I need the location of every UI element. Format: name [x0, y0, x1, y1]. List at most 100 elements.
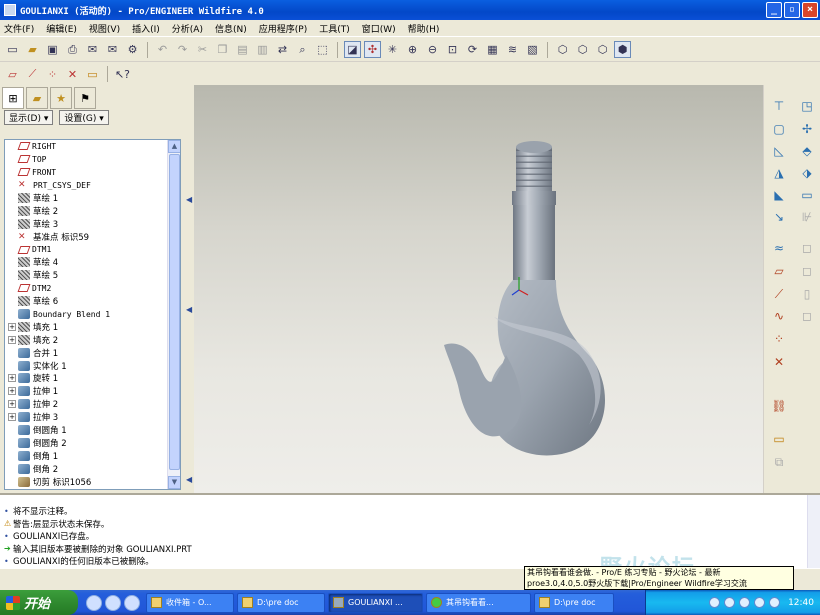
menu-view[interactable]: 视图(V) [89, 22, 120, 35]
find-icon[interactable]: ⌕ [294, 41, 311, 58]
tray-icon[interactable] [724, 597, 736, 608]
saved-views-icon[interactable]: ▦ [484, 41, 501, 58]
task-folder-2[interactable]: D:\pre doc [534, 592, 614, 613]
datum-planes-icon[interactable]: ▱ [4, 66, 21, 83]
wireframe-icon[interactable]: ⬡ [554, 41, 571, 58]
csys-tool-icon[interactable]: ✕ [770, 353, 788, 371]
no-hidden-icon[interactable]: ⬡ [594, 41, 611, 58]
tree-item[interactable]: + 旋转 1 [5, 372, 168, 385]
draft-icon[interactable]: ✢ [798, 120, 816, 138]
favorites-tab[interactable]: ★ [50, 87, 72, 109]
tree-item[interactable]: 草绘 4 [5, 256, 168, 269]
expand-icon[interactable]: + [8, 322, 16, 331]
zoom-in-icon[interactable]: ⊕ [404, 41, 421, 58]
solidify-icon[interactable]: ◻ [798, 307, 816, 325]
start-button[interactable]: 开始 [0, 590, 78, 615]
tree-item[interactable]: 合并 1 [5, 346, 168, 359]
task-folder[interactable]: D:\pre doc [237, 592, 325, 613]
tree-item[interactable]: ✕ 基准点 标识59 [5, 230, 168, 243]
display-dropdown[interactable]: 显示(D) ▾ [4, 110, 54, 125]
tree-item[interactable]: 实体化 1 [5, 359, 168, 372]
menu-edit[interactable]: 编辑(E) [46, 22, 77, 35]
message-scrollbar[interactable] [807, 495, 820, 568]
trim-icon[interactable]: ◻ [798, 239, 816, 257]
blend-icon[interactable]: ⬗ [798, 164, 816, 182]
new-icon[interactable]: ▭ [4, 41, 21, 58]
quicklaunch-desktop-icon[interactable] [124, 594, 140, 611]
merge-icon[interactable]: ≈ [770, 239, 788, 257]
close-button[interactable]: × [802, 2, 818, 18]
datum-plane-tool-icon[interactable]: ▱ [770, 262, 788, 280]
annotation-tool-icon[interactable]: ▭ [770, 430, 788, 448]
tray-icon[interactable] [709, 597, 721, 608]
tray-icon[interactable] [769, 597, 781, 608]
menu-help[interactable]: 帮助(H) [408, 22, 440, 35]
tree-item[interactable]: + 填充 1 [5, 320, 168, 333]
regenerate-icon[interactable]: ⚙ [124, 41, 141, 58]
collapse-arrow-icon[interactable]: ◀ [186, 195, 192, 205]
datum-csys-icon[interactable]: ✕ [64, 66, 81, 83]
pattern-icon[interactable]: ⊮ [798, 208, 816, 226]
thicken-icon[interactable]: ▯ [798, 285, 816, 303]
menu-analysis[interactable]: 分析(A) [172, 22, 203, 35]
settings-dropdown[interactable]: 设置(G) ▾ [59, 110, 109, 125]
expand-icon[interactable]: + [8, 335, 16, 344]
menu-window[interactable]: 窗口(W) [362, 22, 396, 35]
tree-item[interactable]: + 拉伸 3 [5, 411, 168, 424]
tree-item[interactable]: DTM1 [5, 243, 168, 256]
task-proe[interactable]: GOULIANXI ... [328, 592, 423, 613]
connections-tab[interactable]: ⚑ [74, 87, 96, 109]
tree-item[interactable]: 草绘 2 [5, 204, 168, 217]
copy-icon[interactable]: ❐ [214, 41, 231, 58]
menu-info[interactable]: 信息(N) [215, 22, 247, 35]
quicklaunch-ie-icon[interactable] [86, 594, 102, 611]
refit-icon[interactable]: ⊡ [444, 41, 461, 58]
group-icon[interactable]: ⧉ [770, 453, 788, 471]
offset-icon[interactable]: ◻ [798, 262, 816, 280]
tree-item[interactable]: + 拉伸 2 [5, 398, 168, 411]
datum-point-tool-icon[interactable]: ⁘ [770, 330, 788, 348]
orient-icon[interactable]: ✳ [384, 41, 401, 58]
context-help-icon[interactable]: ↖? [114, 66, 131, 83]
tree-item[interactable]: 倒圆角 2 [5, 436, 168, 449]
email-link-icon[interactable]: ✉ [104, 41, 121, 58]
tray-icon[interactable] [739, 597, 751, 608]
model-tree-tab[interactable]: ⊞ [2, 87, 24, 109]
select-box-icon[interactable]: ⬚ [314, 41, 331, 58]
datum-axes-icon[interactable]: ⟋ [24, 66, 41, 83]
paste-icon[interactable]: ▤ [234, 41, 251, 58]
expand-icon[interactable]: + [8, 374, 16, 383]
datum-points-icon[interactable]: ⁘ [44, 66, 61, 83]
rib-icon[interactable]: ▢ [770, 120, 788, 138]
repaint-icon[interactable]: ◪ [344, 41, 361, 58]
minimize-button[interactable]: _ [766, 2, 782, 18]
cut-icon[interactable]: ✂ [194, 41, 211, 58]
tree-item[interactable]: DTM2 [5, 282, 168, 295]
menu-insert[interactable]: 插入(I) [132, 22, 160, 35]
task-inbox[interactable]: 收件箱 - O... [146, 592, 234, 613]
redo-icon[interactable]: ↷ [174, 41, 191, 58]
chamfer-icon[interactable]: ⬘ [798, 142, 816, 160]
menu-tools[interactable]: 工具(T) [319, 22, 350, 35]
tree-item[interactable]: 草绘 6 [5, 295, 168, 308]
shading-icon[interactable]: ⬢ [614, 41, 631, 58]
graphics-viewport[interactable] [194, 85, 763, 493]
tree-item[interactable]: FRONT [5, 166, 168, 179]
tray-icon[interactable] [754, 597, 766, 608]
tree-item[interactable]: 草绘 1 [5, 192, 168, 205]
menu-applications[interactable]: 应用程序(P) [259, 22, 307, 35]
analysis-icon[interactable]: ⛓ [770, 397, 788, 415]
annotation-icon[interactable]: ▭ [84, 66, 101, 83]
tree-item[interactable]: + 拉伸 1 [5, 385, 168, 398]
collapse-arrow-icon[interactable]: ◀ [186, 475, 192, 485]
swept-blend-icon[interactable]: ◣ [770, 186, 788, 204]
round-icon[interactable]: ◺ [770, 142, 788, 160]
task-browser[interactable]: 其吊钩看看... [426, 592, 531, 613]
tree-item[interactable]: TOP [5, 153, 168, 166]
email-icon[interactable]: ✉ [84, 41, 101, 58]
shell-icon[interactable]: ◳ [798, 97, 816, 115]
tree-item[interactable]: 倒圆角 1 [5, 424, 168, 437]
tree-item[interactable]: 倒角 2 [5, 462, 168, 475]
tree-item[interactable]: 倒角 1 [5, 449, 168, 462]
menu-file[interactable]: 文件(F) [4, 22, 34, 35]
